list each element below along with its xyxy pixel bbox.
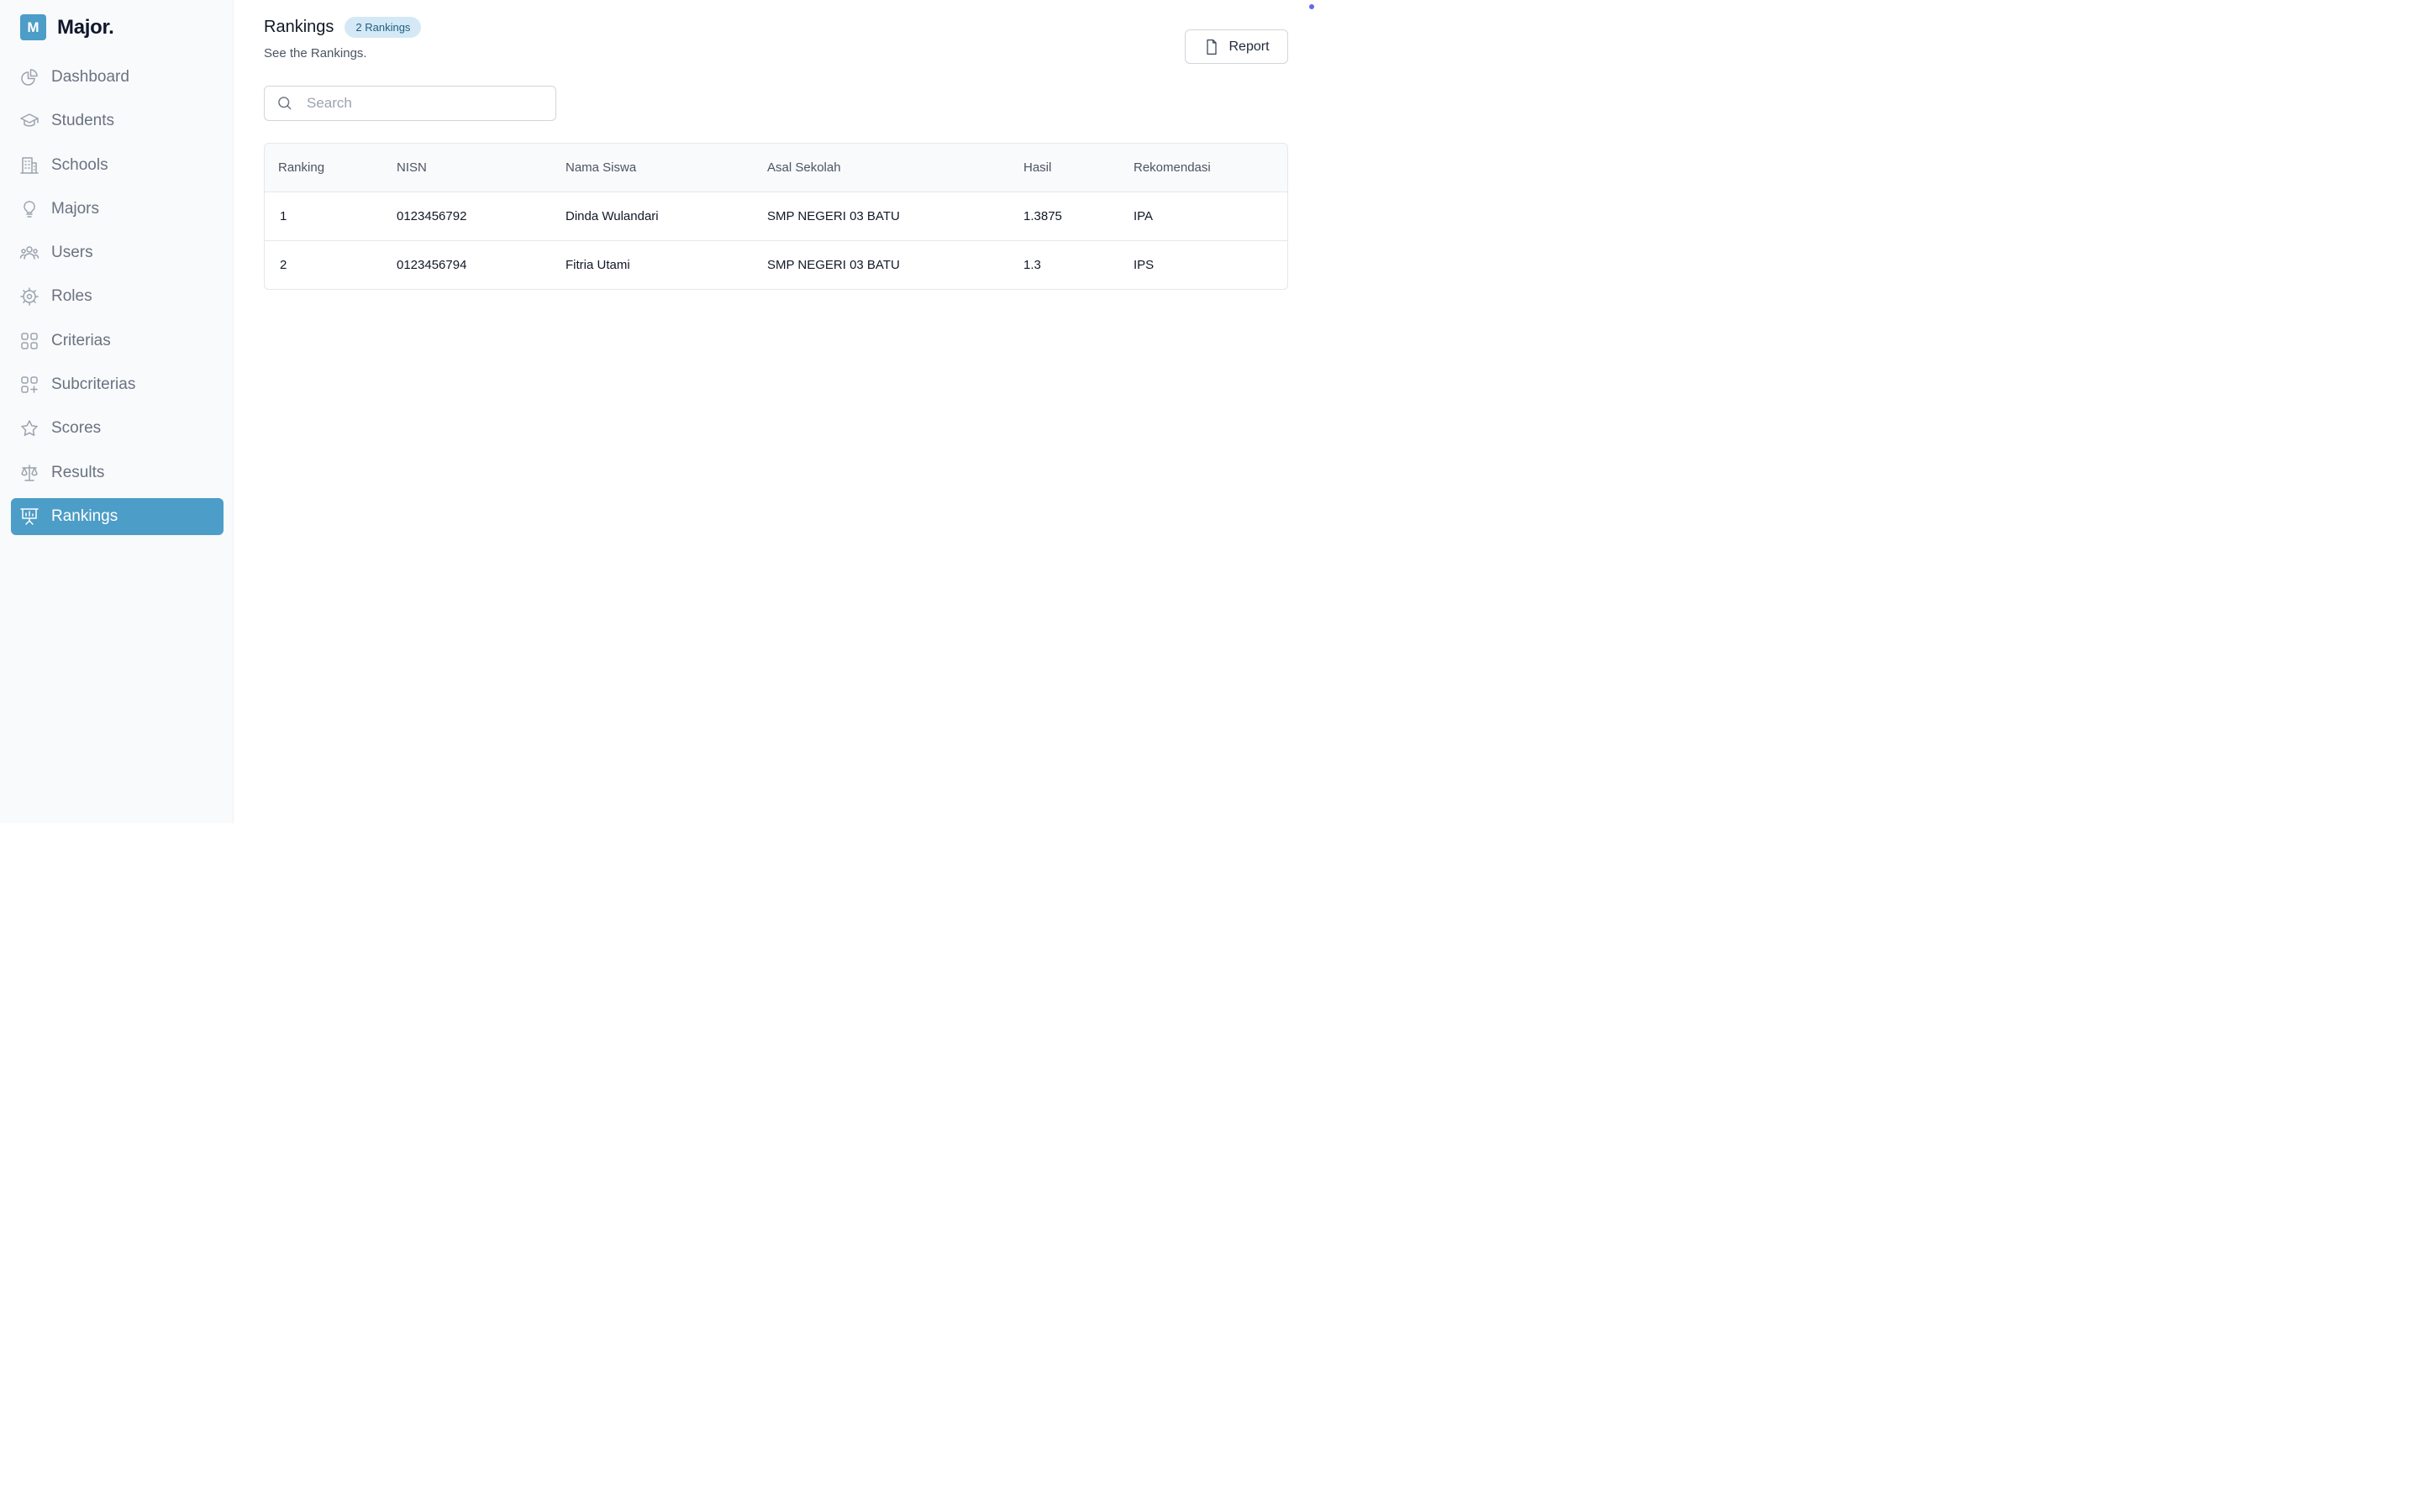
status-dot: [1309, 4, 1314, 9]
sidebar-item-label: Rankings: [51, 507, 118, 525]
sidebar-item-dashboard[interactable]: Dashboard: [11, 59, 224, 96]
sidebar-item-criterias[interactable]: Criterias: [11, 323, 224, 360]
column-header-rekomendasi[interactable]: Rekomendasi: [1134, 144, 1287, 192]
sidebar-item-label: Dashboard: [51, 68, 129, 86]
sidebar-nav: Dashboard Students Schools Majors Users …: [11, 59, 224, 542]
column-header-nama-siswa[interactable]: Nama Siswa: [566, 144, 767, 192]
report-button[interactable]: Report: [1185, 29, 1288, 64]
cell-asal-sekolah: SMP NEGERI 03 BATU: [767, 209, 900, 223]
sidebar-item-label: Criterias: [51, 331, 111, 349]
cell-ranking: 1: [280, 209, 287, 223]
page-subtitle: See the Rankings.: [264, 46, 367, 60]
title-row: Rankings 2 Rankings: [264, 17, 422, 38]
page-header: Rankings 2 Rankings See the Rankings.: [264, 17, 422, 60]
sidebar-item-scores[interactable]: Scores: [11, 410, 224, 447]
cog-icon: [19, 286, 39, 307]
column-header-asal-sekolah[interactable]: Asal Sekolah: [767, 144, 1023, 192]
presentation-chart-icon: [19, 507, 39, 527]
brand-logo: M: [20, 14, 46, 40]
cell-nama-siswa: Fitria Utami: [566, 240, 767, 289]
page-title: Rankings: [264, 18, 334, 36]
brand[interactable]: M Major.: [20, 14, 114, 40]
sidebar-item-label: Schools: [51, 155, 108, 174]
column-header-nisn[interactable]: NISN: [397, 144, 566, 192]
sidebar-item-majors[interactable]: Majors: [11, 191, 224, 228]
sidebar-item-label: Scores: [51, 419, 102, 438]
sidebar-item-label: Students: [51, 112, 114, 130]
sidebar-item-subcriterias[interactable]: Subcriterias: [11, 366, 224, 403]
sidebar: M Major. Dashboard Students Schools Majo…: [0, 0, 234, 823]
cell-rekomendasi: IPA: [1134, 209, 1154, 223]
search-box[interactable]: [264, 86, 556, 121]
squares-plus-icon: [19, 375, 39, 395]
table-header-row: Ranking NISN Nama Siswa Asal Sekolah Has…: [265, 144, 1287, 192]
cell-rekomendasi: IPS: [1134, 240, 1287, 289]
report-label: Report: [1228, 39, 1270, 54]
cell-nama-siswa: Dinda Wulandari: [566, 209, 659, 223]
sidebar-item-students[interactable]: Students: [11, 102, 224, 139]
sidebar-item-label: Majors: [51, 199, 100, 218]
chart-pie-icon: [19, 67, 39, 87]
cell-hasil: 1.3875: [1023, 209, 1062, 223]
main-content: Rankings 2 Rankings See the Rankings. Re…: [234, 0, 1318, 823]
search-input[interactable]: [305, 94, 544, 113]
table-row[interactable]: 2 0123456794 Fitria Utami SMP NEGERI 03 …: [265, 240, 1287, 289]
user-group-icon: [19, 243, 39, 263]
building-icon: [19, 155, 39, 176]
cell-nisn: 0123456794: [397, 240, 566, 289]
sidebar-item-results[interactable]: Results: [11, 454, 224, 491]
cell-nisn: 0123456792: [397, 209, 467, 223]
column-header-hasil[interactable]: Hasil: [1023, 144, 1134, 192]
academic-cap-icon: [19, 111, 39, 131]
cell-asal-sekolah: SMP NEGERI 03 BATU: [767, 240, 1023, 289]
brand-name: Major.: [57, 15, 114, 39]
column-header-ranking[interactable]: Ranking: [265, 144, 397, 192]
sidebar-item-roles[interactable]: Roles: [11, 278, 224, 315]
sidebar-item-users[interactable]: Users: [11, 234, 224, 271]
sidebar-item-rankings[interactable]: Rankings: [11, 497, 224, 535]
cell-ranking: 2: [265, 240, 397, 289]
sidebar-item-schools[interactable]: Schools: [11, 147, 224, 184]
count-badge: 2 Rankings: [345, 17, 422, 38]
cell-hasil: 1.3: [1023, 240, 1134, 289]
sidebar-item-label: Results: [51, 463, 105, 481]
sidebar-item-label: Users: [51, 244, 93, 262]
document-icon: [1203, 39, 1220, 55]
search-icon: [276, 95, 293, 112]
star-icon: [19, 418, 39, 438]
squares-icon: [19, 331, 39, 351]
scale-icon: [19, 463, 39, 483]
app: M Major. Dashboard Students Schools Majo…: [0, 0, 1318, 823]
sidebar-item-label: Subcriterias: [51, 375, 136, 394]
table-row[interactable]: 1 0123456792 Dinda Wulandari SMP NEGERI …: [265, 192, 1287, 241]
rankings-table: Ranking NISN Nama Siswa Asal Sekolah Has…: [264, 143, 1288, 290]
light-bulb-icon: [19, 199, 39, 219]
sidebar-item-label: Roles: [51, 287, 92, 306]
